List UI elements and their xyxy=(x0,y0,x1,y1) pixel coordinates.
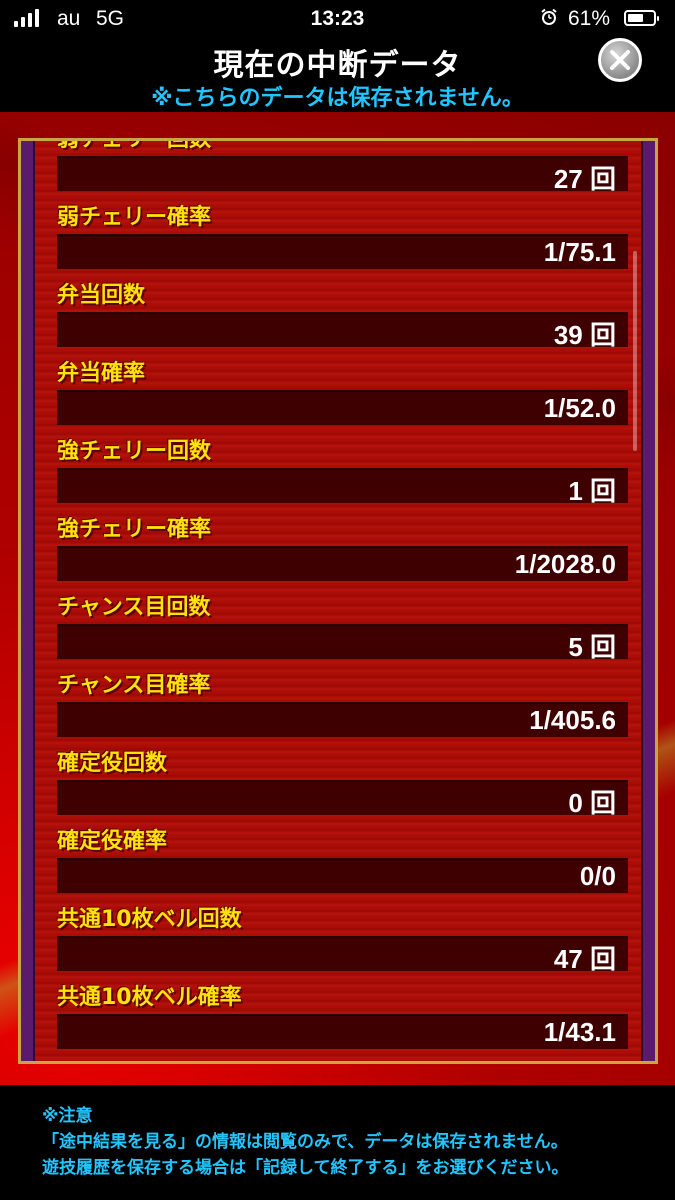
row-value-box: 1/405.6 xyxy=(57,702,628,737)
battery-percent: 61% xyxy=(568,7,611,30)
battery-level xyxy=(628,14,643,22)
data-row: 強チェリー回数 1 回 xyxy=(57,433,628,511)
data-list[interactable]: 弱チェリー回数 27 回弱チェリー確率 1/75.1 弁当回数 39 回弁当確率 1/52… xyxy=(33,141,643,1061)
row-value-box: 0 回 xyxy=(57,780,628,818)
row-value-box: 1 回 xyxy=(57,468,628,506)
footer-notice: ※注意 「途中結果を見る」の情報は閲覧のみで、データは保存されません。 遊技履歴… xyxy=(0,1085,675,1200)
data-row: 確定役回数 0 回 xyxy=(57,745,628,823)
data-row: 弱チェリー確率 1/75.1 xyxy=(57,199,628,277)
row-label: チャンス目確率 xyxy=(57,673,211,698)
data-row: 確定役確率 0/0 xyxy=(57,823,628,901)
data-row: 共通10枚ベル回数 47 回 xyxy=(57,901,628,979)
row-value: 1/75.1 xyxy=(543,237,616,267)
page-subtitle: ※こちらのデータは保存されません。 xyxy=(151,86,524,111)
notice-title: ※注意 xyxy=(42,1106,93,1126)
data-row: 弁当回数 39 回 xyxy=(57,277,628,355)
row-value: 1 回 xyxy=(568,476,616,506)
row-label: 共通10枚ベル回数 xyxy=(57,907,242,932)
scrollbar[interactable] xyxy=(633,251,637,451)
status-bar: au 5G 13:23 61% xyxy=(0,0,675,40)
row-value-box: 39 回 xyxy=(57,312,628,350)
row-value: 1/405.6 xyxy=(529,705,616,735)
row-label: 弱チェリー回数 xyxy=(57,141,211,153)
row-value-box: 5 回 xyxy=(57,624,628,662)
row-value-box: 47 回 xyxy=(57,936,628,974)
row-label: 弁当回数 xyxy=(57,283,146,308)
notice-line-1: 「途中結果を見る」の情報は閲覧のみで、データは保存されません。 xyxy=(42,1132,568,1152)
data-row: 強チェリー確率 1/2028.0 xyxy=(57,511,628,589)
data-row: チャンス目回数 5 回 xyxy=(57,589,628,667)
row-value: 1/52.0 xyxy=(543,393,616,423)
row-value: 39 回 xyxy=(553,320,616,350)
row-value-box: 1/75.1 xyxy=(57,234,628,269)
data-panel[interactable]: 弱チェリー回数 27 回弱チェリー確率 1/75.1 弁当回数 39 回弁当確率 1/52… xyxy=(18,138,658,1064)
alarm-icon xyxy=(541,8,557,25)
row-value: 1/43.1 xyxy=(543,1017,616,1047)
row-value: 5 回 xyxy=(568,632,616,662)
row-value-box: 0/0 xyxy=(57,858,628,893)
row-value-box: 1/2028.0 xyxy=(57,546,628,581)
close-icon xyxy=(610,50,630,70)
header: 現在の中断データ ※こちらのデータは保存されません。 xyxy=(0,40,675,112)
row-label: 確定役回数 xyxy=(57,751,168,776)
row-label: 弁当確率 xyxy=(57,361,146,386)
row-value: 0/0 xyxy=(579,861,616,891)
data-row: 弱チェリー回数 27 回 xyxy=(57,141,628,199)
row-label: 強チェリー確率 xyxy=(57,517,212,542)
row-value-box: 1/52.0 xyxy=(57,390,628,425)
row-value: 27 回 xyxy=(553,164,616,194)
close-button[interactable] xyxy=(598,38,642,82)
row-value: 47 回 xyxy=(553,944,616,974)
row-value-box: 1/43.1 xyxy=(57,1014,628,1049)
row-label: 弱チェリー確率 xyxy=(57,205,212,230)
row-label: 共通10枚ベル確率 xyxy=(57,985,242,1010)
row-label: 確定役確率 xyxy=(57,829,168,854)
data-row: 共通10枚ベル確率 1/43.1 xyxy=(57,979,628,1057)
row-value-box: 27 回 xyxy=(57,156,628,194)
row-value: 0 回 xyxy=(568,788,616,818)
data-row: 弁当確率 1/52.0 xyxy=(57,355,628,433)
row-label: 強チェリー回数 xyxy=(57,439,212,464)
battery-icon xyxy=(624,10,659,26)
page-title: 現在の中断データ xyxy=(213,48,462,83)
row-label: チャンス目回数 xyxy=(57,595,211,620)
notice-line-2: 遊技履歴を保存する場合は「記録して終了する」をお選びください。 xyxy=(42,1158,569,1178)
row-value: 1/2028.0 xyxy=(514,549,616,579)
data-row: チャンス目確率 1/405.6 xyxy=(57,667,628,745)
